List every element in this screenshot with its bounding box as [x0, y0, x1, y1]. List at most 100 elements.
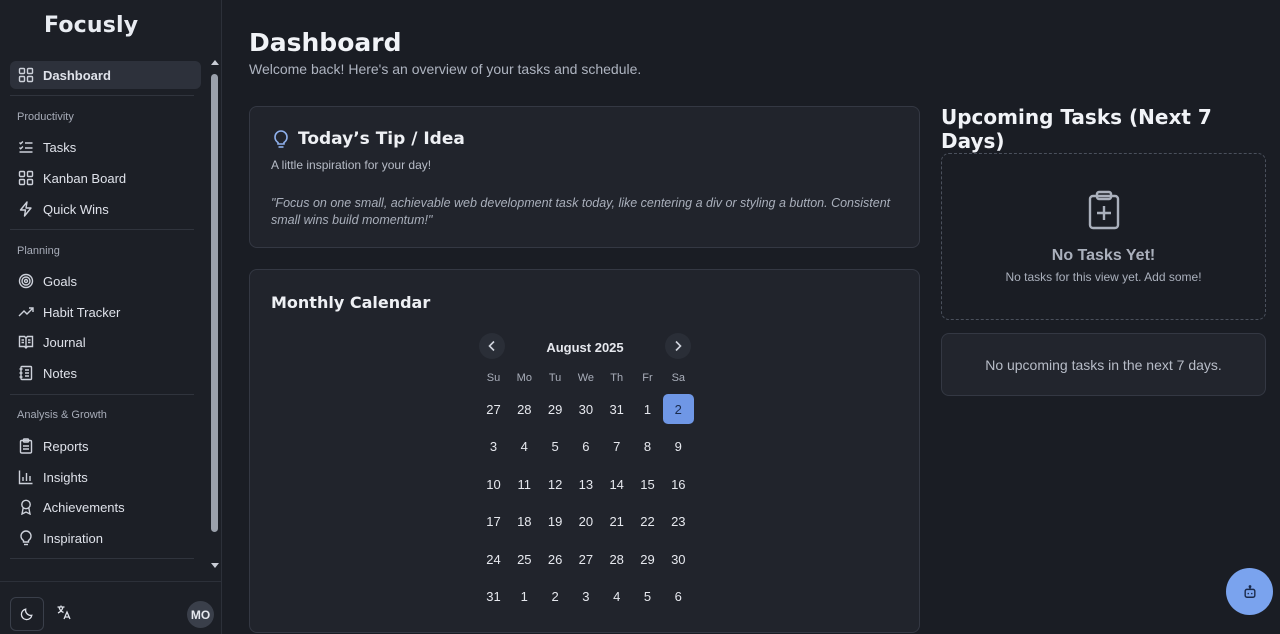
calendar-day[interactable]: 7	[601, 432, 632, 462]
next-month-button[interactable]	[665, 333, 691, 359]
calendar-day[interactable]: 1	[509, 582, 540, 612]
sidebar-item-goals[interactable]: Goals	[10, 267, 201, 295]
weekday-label: Tu	[548, 372, 562, 384]
sidebar-item-insights[interactable]: Insights	[10, 463, 201, 491]
calendar-day-selected[interactable]: 2	[662, 394, 694, 424]
sidebar-item-reports[interactable]: Reports	[10, 432, 201, 460]
trending-up-icon	[18, 304, 34, 320]
bot-icon	[1243, 584, 1256, 598]
empty-state-box: No Tasks Yet! No tasks for this view yet…	[941, 153, 1266, 320]
calendar-day[interactable]: 15	[632, 469, 663, 499]
calendar-day[interactable]: 5	[632, 582, 663, 612]
tip-quote: "Focus on one small, achievable web deve…	[271, 196, 891, 227]
calendar-day[interactable]: 10	[478, 469, 509, 499]
language-button[interactable]	[56, 604, 74, 622]
prev-month-button[interactable]	[479, 333, 505, 359]
calendar-day[interactable]: 24	[478, 544, 509, 574]
calendar-day[interactable]: 31	[478, 582, 509, 612]
sidebar-item-notes[interactable]: Notes	[10, 359, 201, 387]
calendar-day[interactable]: 19	[540, 507, 571, 537]
weekday-label: Fr	[642, 372, 653, 384]
book-open-icon	[18, 334, 34, 350]
sidebar-item-label: Goals	[43, 273, 77, 289]
calendar-day[interactable]: 8	[632, 432, 663, 462]
weekday-label: Th	[610, 372, 624, 384]
calendar-day[interactable]: 16	[663, 469, 694, 499]
empty-state-subtitle: No tasks for this view yet. Add some!	[1005, 270, 1202, 284]
section-label-productivity: Productivity	[17, 111, 74, 123]
sidebar-item-quick-wins[interactable]: Quick Wins	[10, 195, 201, 223]
divider	[10, 95, 194, 96]
calendar-day[interactable]: 25	[509, 544, 540, 574]
sidebar-item-inspiration[interactable]: Inspiration	[10, 524, 201, 552]
scroll-up-icon[interactable]	[211, 60, 219, 65]
divider	[10, 394, 194, 395]
calendar-day[interactable]: 21	[601, 507, 632, 537]
sidebar-item-label: Quick Wins	[43, 201, 109, 217]
assistant-bot-button[interactable]	[1226, 568, 1273, 615]
calendar-day[interactable]: 4	[601, 582, 632, 612]
theme-toggle-button[interactable]	[10, 597, 44, 631]
page-title: Dashboard	[249, 28, 402, 57]
avatar[interactable]: MO	[187, 601, 214, 628]
calendar-day[interactable]: 23	[663, 507, 694, 537]
empty-state-title: No Tasks Yet!	[1051, 247, 1156, 264]
weekday-label: Su	[486, 372, 501, 384]
calendar-day[interactable]: 6	[663, 582, 694, 612]
lightbulb-icon	[271, 129, 291, 149]
scroll-thumb[interactable]	[211, 74, 218, 532]
lightning-icon	[18, 201, 34, 217]
weekday-label: We	[577, 372, 595, 384]
calendar-day[interactable]: 9	[663, 432, 694, 462]
sidebar-item-tasks[interactable]: Tasks	[10, 133, 201, 161]
calendar-day[interactable]: 5	[540, 432, 571, 462]
sidebar-item-label: Habit Tracker	[43, 304, 121, 320]
calendar-day[interactable]: 27	[570, 544, 601, 574]
calendar-day[interactable]: 29	[632, 544, 663, 574]
calendar-day[interactable]: 11	[509, 469, 540, 499]
target-icon	[18, 273, 34, 289]
sidebar-item-label: Kanban Board	[43, 170, 127, 186]
calendar-day[interactable]: 12	[540, 469, 571, 499]
weekday-label: Mo	[516, 372, 532, 384]
sidebar-item-label: Journal	[43, 334, 86, 350]
calendar-day[interactable]: 27	[478, 394, 509, 424]
calendar-day[interactable]: 29	[540, 394, 571, 424]
calendar-day[interactable]: 20	[570, 507, 601, 537]
calendar-day[interactable]: 30	[663, 544, 694, 574]
tip-subtitle: A little inspiration for your day!	[271, 158, 432, 172]
calendar-day[interactable]: 28	[509, 394, 540, 424]
calendar-day[interactable]: 1	[632, 394, 663, 424]
calendar-day[interactable]: 17	[478, 507, 509, 537]
calendar-day[interactable]: 22	[632, 507, 663, 537]
sidebar-item-achievements[interactable]: Achievements	[10, 493, 201, 521]
calendar-day[interactable]: 3	[478, 432, 509, 462]
tip-card: Today’s Tip / Idea A little inspiration …	[249, 106, 920, 248]
divider	[10, 558, 194, 559]
calendar-day[interactable]: 28	[601, 544, 632, 574]
calendar-day[interactable]: 30	[570, 394, 601, 424]
divider	[10, 229, 194, 230]
sidebar-scrollbar[interactable]	[208, 56, 221, 574]
sidebar-item-habit-tracker[interactable]: Habit Tracker	[10, 298, 201, 326]
upcoming-title: Upcoming Tasks (Next 7 Days)	[941, 105, 1212, 153]
calendar-day[interactable]: 26	[540, 544, 571, 574]
award-icon	[18, 499, 34, 515]
sidebar-item-label: Reports	[43, 438, 89, 454]
sidebar-item-kanban[interactable]: Kanban Board	[10, 164, 201, 192]
calendar-day[interactable]: 18	[509, 507, 540, 537]
chevron-right-icon	[675, 340, 682, 352]
sidebar-item-label: Achievements	[43, 499, 125, 515]
sidebar-item-dashboard[interactable]: Dashboard	[10, 61, 201, 89]
calendar-day[interactable]: 14	[601, 469, 632, 499]
calendar-day[interactable]: 31	[601, 394, 632, 424]
brand-logo[interactable]: Focusly	[44, 13, 138, 38]
calendar-day[interactable]: 13	[570, 469, 601, 499]
calendar-day[interactable]: 2	[540, 582, 571, 612]
sidebar-item-journal[interactable]: Journal	[10, 328, 201, 356]
scroll-down-icon[interactable]	[211, 563, 219, 568]
calendar-day[interactable]: 6	[570, 432, 601, 462]
calendar-day[interactable]: 4	[509, 432, 540, 462]
clipboard-icon	[18, 438, 34, 454]
calendar-day[interactable]: 3	[570, 582, 601, 612]
